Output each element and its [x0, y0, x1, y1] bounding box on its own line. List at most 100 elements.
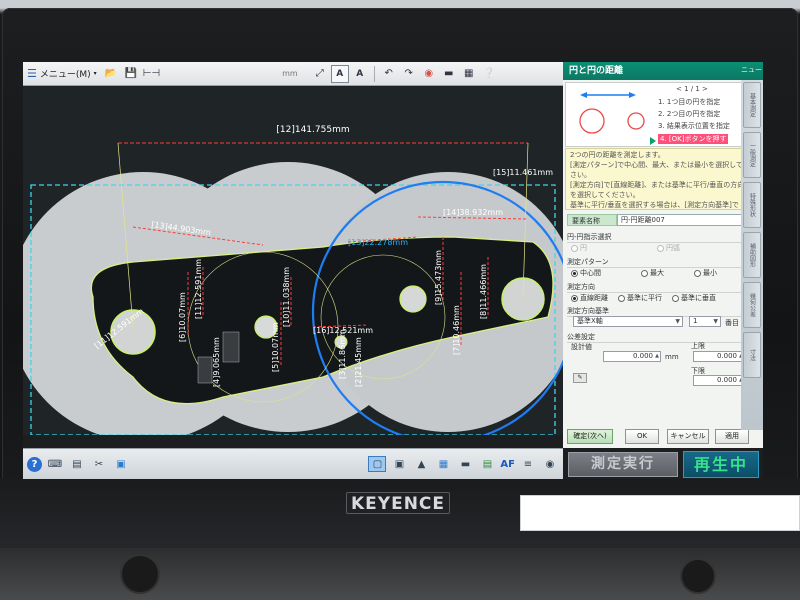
direction-options: 直線距離 基準に平行 基準に垂直 [571, 293, 757, 303]
measurement-label: [10]11.038mm [282, 267, 291, 327]
measurement-label: [15]11.461mm [493, 168, 553, 177]
capture-icon[interactable]: ▤ [68, 456, 86, 472]
grid-icon[interactable]: ▦ [460, 65, 478, 83]
measurement-label: [11]12.591mm [194, 259, 203, 319]
radio-perpendicular[interactable]: 基準に垂直 [672, 293, 716, 303]
direction-ref-index[interactable]: 1 ▼ [689, 316, 721, 327]
open-folder-icon[interactable]: 📂 [102, 65, 120, 83]
element-name-row: 要素名称 円-円距離007 [567, 214, 759, 226]
window-icon[interactable]: ▣ [390, 456, 408, 472]
circle-icon [627, 112, 645, 130]
guide-step: 3. 結果表示位置を指定 [658, 122, 730, 130]
measurement-label: [6]10.07mm [178, 292, 187, 342]
menu-button[interactable]: ☰ メニュー(M) ▾ [23, 62, 101, 85]
radio-arc[interactable]: 円弧 [657, 243, 680, 253]
hamburger-icon: ☰ [27, 67, 37, 80]
help-icon[interactable]: ? [27, 456, 42, 472]
radio-icon [657, 244, 664, 252]
side-tab-dimension[interactable]: 寸法 [743, 332, 761, 378]
circle-select-title: 円-円指示選択 [567, 232, 757, 243]
side-tab-auxiliary[interactable]: 補助図形 [743, 232, 761, 278]
radio-min[interactable]: 最小 [694, 268, 717, 278]
confirm-next-button[interactable]: 確定(次へ) [567, 429, 613, 444]
side-tab-geometric[interactable]: 幾何公差 [743, 282, 761, 328]
measurement-label: [4]9.065mm [212, 337, 221, 387]
element-name-input[interactable]: 円-円距離007 [617, 214, 759, 226]
playback-button[interactable]: 再生中 [683, 451, 759, 478]
text-mode-icon[interactable]: A [330, 64, 349, 83]
layer-icon[interactable]: ▬ [440, 65, 458, 83]
description-line: を選択してください。 [570, 191, 640, 199]
measurement-label: [5]10.07mm [271, 322, 280, 372]
panel-title-bar: 円と円の距離 [563, 62, 763, 80]
color-wheel-icon[interactable]: ◉ [420, 65, 438, 83]
autofocus-label[interactable]: AF [500, 459, 515, 470]
zoom-fit-icon[interactable]: ⤢ [311, 65, 329, 83]
brand-logo: KEYENCE [346, 492, 450, 514]
side-tab-basic[interactable]: 基本測定 [743, 82, 761, 128]
arrow-left-icon [580, 92, 587, 98]
tree-icon[interactable]: ▲ [412, 456, 430, 472]
arrow-right-icon [629, 92, 636, 98]
image-canvas[interactable]: [12]141.755mm [13]44.903mm [14]38.932mm … [23, 87, 563, 435]
side-tab-general[interactable]: 一般測定 [743, 132, 761, 178]
keyboard-icon[interactable]: ⌨ [46, 456, 64, 472]
help-icon[interactable]: ❔ [480, 65, 498, 83]
element-name-label: 要素名称 [567, 214, 617, 226]
run-measurement-button[interactable]: 測定実行 [568, 452, 678, 477]
upper-limit-input[interactable]: 0.000▲ [693, 351, 745, 362]
spinner-icon: ▲ [655, 353, 659, 359]
stage-icon[interactable]: ▤ [478, 456, 496, 472]
cancel-button[interactable]: キャンセル [667, 429, 709, 444]
lower-limit-input[interactable]: 0.000▲ [693, 375, 745, 386]
unit-label: mm [282, 69, 298, 78]
description-line: 基準に平行/垂直を選択する場合は、[測定方向基準]で [570, 201, 739, 209]
radio-icon [571, 294, 578, 302]
radio-circle[interactable]: 円 [571, 243, 587, 253]
desk-object [680, 558, 716, 594]
align-icon[interactable]: ≡ [519, 456, 537, 472]
side-tab-special[interactable]: 特殊形状 [743, 182, 761, 228]
menu-label: メニュー(M) [39, 70, 91, 80]
camera-icon[interactable]: ◉ [541, 456, 559, 472]
apply-button[interactable]: 適用 [715, 429, 749, 444]
ruler-icon[interactable]: ▬ [456, 456, 474, 472]
side-tab-strip: 基本測定 一般測定 特殊形状 補助図形 幾何公差 寸法 [741, 80, 763, 430]
image-icon[interactable]: ▣ [112, 456, 130, 472]
redo-icon[interactable]: ↷ [400, 65, 418, 83]
result-marker [197, 356, 213, 384]
text-size-icon[interactable]: A [351, 65, 369, 83]
ok-button[interactable]: OK [625, 429, 659, 444]
chevron-down-icon: ▼ [713, 318, 718, 325]
undo-icon[interactable]: ↶ [380, 65, 398, 83]
radio-icon [571, 244, 578, 252]
save-icon[interactable]: 💾 [122, 65, 140, 83]
design-value-input[interactable]: 0.000 ▲ [603, 351, 661, 362]
settings-panel: 円と円の距離 < 1 / 1 > 1. 1つ目の円を指定 2. 2つ目の円を指定… [563, 62, 763, 448]
pattern-title: 測定パターン [567, 257, 757, 268]
radio-max[interactable]: 最大 [641, 268, 664, 278]
measurement-label: [7]10.46mm [452, 305, 461, 355]
light-icon[interactable]: ▦ [434, 456, 452, 472]
radio-straight[interactable]: 直線距離 [571, 293, 608, 303]
circle-select-options: 円 円弧 [571, 243, 757, 253]
hole-circle [399, 285, 427, 313]
tolerance-title: 公差設定 [567, 332, 757, 343]
white-label-sticker [520, 495, 800, 531]
view-mode-icon[interactable]: ▢ [368, 456, 387, 472]
description-line: さい。 [570, 171, 591, 179]
menu-extension-label[interactable]: ニュー [741, 65, 763, 79]
description-box: 2つの円の距離を測定します。 [測定パターン]で中心間、最大、または最小を選択し… [565, 148, 761, 210]
measure-line-icon[interactable]: ⊢⊣ [142, 65, 161, 83]
measurement-label: [8]11.466mm [479, 264, 488, 319]
panel-title: 円と円の距離 [569, 66, 624, 76]
direction-ref-select[interactable]: 基準X軸 ▼ [573, 316, 683, 327]
radio-icon [641, 269, 648, 277]
measurement-label: [2]21.45mm [354, 337, 363, 387]
tolerance-preset-icon[interactable]: ✎ [573, 373, 587, 383]
radio-center[interactable]: 中心間 [571, 268, 601, 278]
status-bar: ? ⌨ ▤ ✂ ▣ ▢ ▣ ▲ ▦ ▬ ▤ AF ≡ ◉ [23, 448, 563, 479]
scissors-icon[interactable]: ✂ [90, 456, 108, 472]
design-value-label: 設計値 [571, 343, 592, 351]
radio-parallel[interactable]: 基準に平行 [618, 293, 662, 303]
